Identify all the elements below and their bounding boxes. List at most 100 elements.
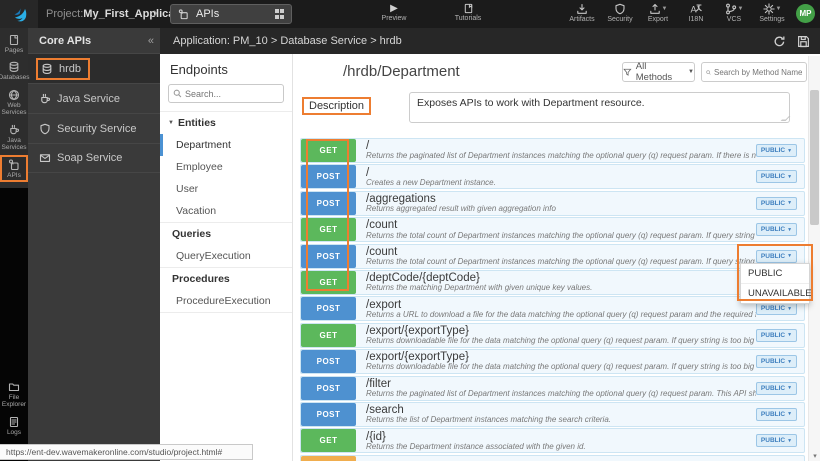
access-dropdown[interactable]: PUBLIC ▼	[756, 355, 797, 368]
endpoint-row[interactable]: POST /search Returns the list of Departm…	[300, 402, 805, 427]
menu-item-unavailable[interactable]: UNAVAILABLE	[741, 283, 809, 303]
endpoint-row[interactable]: GET / Returns the paginated list of Depa…	[300, 138, 805, 163]
endpoint-path: /	[366, 140, 756, 152]
access-dropdown[interactable]: PUBLIC ▼	[756, 250, 797, 263]
tab-apis[interactable]: APIs	[170, 4, 292, 24]
settings-icon	[763, 3, 775, 15]
access-dropdown[interactable]: PUBLIC ▼	[756, 382, 797, 395]
access-dropdown[interactable]: PUBLIC ▼	[756, 197, 797, 210]
group-header-queries[interactable]: Queries	[160, 222, 292, 245]
tutorials-button[interactable]: Tutorials	[448, 3, 488, 22]
endpoint-description: Returns the paginated list of Department…	[366, 152, 756, 160]
file-explorer-icon	[8, 381, 20, 393]
preview-button[interactable]: ▶ Preview	[376, 3, 412, 22]
apis-icon	[8, 159, 20, 171]
endpoint-entity-user[interactable]: User	[160, 178, 292, 200]
endpoint-row[interactable]: PUT PUBLIC ▼	[300, 455, 805, 461]
method-badge: GET	[301, 218, 356, 241]
refresh-button[interactable]	[773, 35, 786, 48]
endpoint-row[interactable]: GET /deptCode/{deptCode} Returns the mat…	[300, 270, 805, 295]
vertical-scrollbar[interactable]: ▾	[808, 56, 820, 461]
artifacts-button[interactable]: Artifacts	[566, 2, 598, 23]
access-dropdown[interactable]: PUBLIC ▼	[756, 408, 797, 421]
endpoint-entity-vacation[interactable]: Vacation	[160, 200, 292, 222]
group-header-entities[interactable]: ▼ Entities	[160, 111, 292, 134]
i18n-button[interactable]: A I18N	[680, 2, 712, 23]
access-dropdown[interactable]: PUBLIC ▼	[756, 329, 797, 342]
scrollbar-thumb[interactable]	[810, 90, 819, 225]
grid-icon[interactable]	[275, 9, 285, 19]
endpoints-search[interactable]	[168, 84, 284, 103]
access-dropdown[interactable]: PUBLIC ▼	[756, 223, 797, 236]
sidebar-item-apis[interactable]: APIs	[0, 155, 28, 182]
pages-icon	[8, 34, 20, 46]
endpoint-path: /aggregations	[366, 193, 756, 205]
access-dropdown[interactable]: PUBLIC ▼	[756, 144, 797, 157]
method-badge: GET	[301, 429, 356, 452]
core-api-item-security-service[interactable]: Security Service	[28, 113, 160, 143]
endpoint-row[interactable]: POST / Creates a new Department instance…	[300, 164, 805, 189]
scroll-down-arrow[interactable]: ▾	[809, 452, 820, 460]
access-dropdown[interactable]: PUBLIC ▼	[756, 434, 797, 447]
chevron-down-icon: ▼	[787, 148, 792, 154]
endpoint-entity-employee[interactable]: Employee	[160, 156, 292, 178]
core-api-item-hrdb[interactable]: hrdb	[28, 53, 160, 83]
description-textarea[interactable]: Exposes APIs to work with Department res…	[409, 92, 790, 123]
endpoints-search-input[interactable]	[185, 89, 275, 99]
search-icon	[706, 68, 711, 77]
method-search[interactable]	[701, 62, 807, 82]
chevron-right-icon: ›	[153, 4, 158, 20]
breadcrumb: Application: PM_10 > Database Service > …	[173, 35, 402, 47]
sidebar-item-java-services[interactable]: Java Services	[0, 120, 28, 155]
endpoint-row[interactable]: POST /aggregations Returns aggregated re…	[300, 191, 805, 216]
settings-button[interactable]: ▼ Settings	[756, 2, 788, 23]
security-button[interactable]: Security	[604, 2, 636, 23]
apis-icon	[178, 9, 189, 20]
chevron-down-icon: ▼	[688, 69, 694, 75]
collapse-panel-icon[interactable]: «	[148, 35, 154, 47]
access-dropdown[interactable]: PUBLIC ▼	[756, 302, 797, 315]
menu-item-public[interactable]: PUBLIC	[741, 264, 809, 283]
core-api-item-java-service[interactable]: Java Service	[28, 83, 160, 113]
play-icon: ▶	[390, 3, 398, 14]
endpoint-entity-queryexecution[interactable]: QueryExecution	[160, 245, 292, 267]
group-header-procedures[interactable]: Procedures	[160, 267, 292, 290]
endpoint-row[interactable]: GET /{id} Returns the Department instanc…	[300, 428, 805, 453]
endpoint-entity-department[interactable]: Department	[160, 134, 292, 156]
method-badge: GET	[301, 271, 356, 294]
endpoint-row[interactable]: POST /count Returns the total count of D…	[300, 244, 805, 269]
endpoint-row[interactable]: POST /export/{exportType} Returns downlo…	[300, 349, 805, 374]
endpoint-path: /count	[366, 246, 756, 258]
chevron-down-icon: ▼	[787, 411, 792, 417]
sidebar-item-databases[interactable]: Databases	[0, 57, 28, 84]
endpoint-entity-procedureexecution[interactable]: ProcedureExecution	[160, 290, 292, 312]
endpoint-list: GET / Returns the paginated list of Depa…	[300, 138, 805, 461]
endpoint-path: /deptCode/{deptCode}	[366, 272, 756, 284]
method-search-input[interactable]	[714, 68, 802, 77]
sidebar-item-web-services[interactable]: Web Services	[0, 85, 28, 120]
endpoint-row[interactable]: GET /export/{exportType} Returns downloa…	[300, 323, 805, 348]
save-button[interactable]	[797, 35, 810, 48]
avatar[interactable]: MP	[796, 4, 815, 23]
method-badge: POST	[301, 297, 356, 320]
sidebar-item-file-explorer[interactable]: File Explorer	[0, 377, 28, 412]
endpoint-path: /export	[366, 299, 756, 311]
endpoint-row[interactable]: POST /export Returns a URL to download a…	[300, 296, 805, 321]
access-dropdown[interactable]: PUBLIC ▼	[756, 170, 797, 183]
left-rail-bottom: File Explorer Logs	[0, 377, 28, 439]
endpoint-row[interactable]: POST /filter Returns the paginated list …	[300, 376, 805, 401]
core-api-item-soap-service[interactable]: Soap Service	[28, 143, 160, 173]
vcs-icon	[725, 3, 737, 15]
endpoint-row[interactable]: GET /count Returns the total count of De…	[300, 217, 805, 242]
sidebar-item-logs[interactable]: Logs	[0, 412, 28, 439]
method-badge: PUT	[301, 456, 356, 461]
method-filter-dropdown[interactable]: All Methods ▼	[622, 62, 695, 82]
filter-icon	[623, 68, 632, 77]
artifacts-icon	[576, 3, 588, 15]
export-button[interactable]: ▼ Export	[642, 2, 674, 23]
sidebar-item-pages[interactable]: Pages	[0, 30, 28, 57]
security-icon	[614, 3, 626, 15]
endpoint-description: Returns downloadable file for the data m…	[366, 363, 756, 371]
vcs-button[interactable]: ▼ VCS	[718, 2, 750, 23]
endpoint-path: /count	[366, 219, 756, 231]
